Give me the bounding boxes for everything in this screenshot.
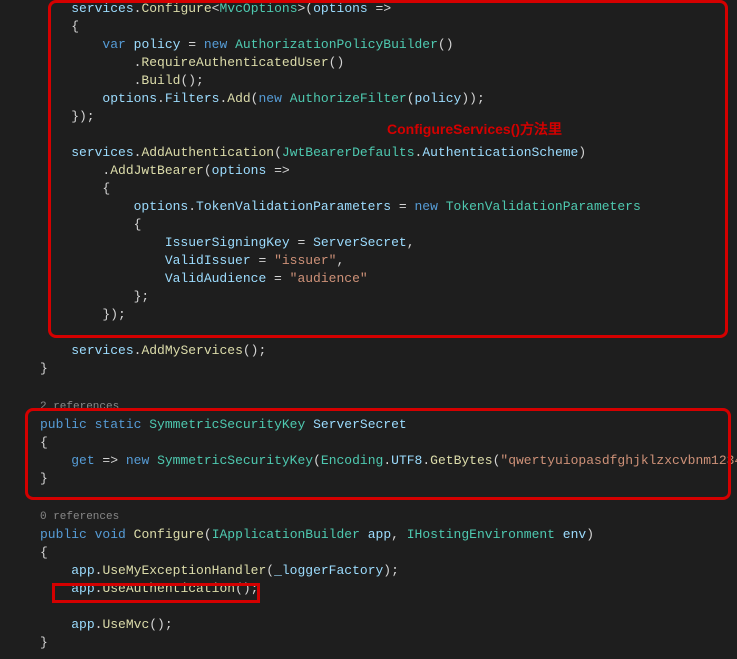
code-line[interactable]: [0, 488, 737, 506]
code-line[interactable]: .AddJwtBearer(options =>: [0, 162, 737, 180]
code-line[interactable]: ValidIssuer = "issuer",: [0, 252, 737, 270]
code-line[interactable]: {: [0, 434, 737, 452]
code-line[interactable]: public void Configure(IApplicationBuilde…: [0, 526, 737, 544]
code-line[interactable]: });: [0, 108, 737, 126]
codelens-references[interactable]: 2 references: [0, 398, 737, 416]
code-line[interactable]: services.AddAuthentication(JwtBearerDefa…: [0, 144, 737, 162]
codelens-references[interactable]: 0 references: [0, 508, 737, 526]
code-line[interactable]: {: [0, 544, 737, 562]
code-line[interactable]: }: [0, 360, 737, 378]
code-line[interactable]: {: [0, 216, 737, 234]
code-line[interactable]: get => new SymmetricSecurityKey(Encoding…: [0, 452, 737, 470]
annotation-label: ConfigureServices()方法里: [387, 120, 562, 138]
code-line[interactable]: [0, 126, 737, 144]
code-line[interactable]: {: [0, 18, 737, 36]
code-line[interactable]: .RequireAuthenticatedUser(): [0, 54, 737, 72]
code-line[interactable]: options.TokenValidationParameters = new …: [0, 198, 737, 216]
code-line[interactable]: options.Filters.Add(new AuthorizeFilter(…: [0, 90, 737, 108]
code-line[interactable]: var policy = new AuthorizationPolicyBuil…: [0, 36, 737, 54]
code-line[interactable]: app.UseMyExceptionHandler(_loggerFactory…: [0, 562, 737, 580]
code-line[interactable]: [0, 598, 737, 616]
code-line[interactable]: app.UseAuthentication();: [0, 580, 737, 598]
code-line[interactable]: IssuerSigningKey = ServerSecret,: [0, 234, 737, 252]
code-line[interactable]: [0, 378, 737, 396]
code-line[interactable]: }: [0, 634, 737, 652]
code-line[interactable]: services.AddMyServices();: [0, 342, 737, 360]
code-line[interactable]: ValidAudience = "audience": [0, 270, 737, 288]
code-line[interactable]: services.Configure<MvcOptions>(options =…: [0, 0, 737, 18]
code-line[interactable]: };: [0, 288, 737, 306]
code-line[interactable]: }: [0, 470, 737, 488]
code-editor[interactable]: ConfigureServices()方法里 services.Configur…: [0, 0, 737, 652]
code-line[interactable]: app.UseMvc();: [0, 616, 737, 634]
code-line[interactable]: [0, 324, 737, 342]
code-line[interactable]: public static SymmetricSecurityKey Serve…: [0, 416, 737, 434]
code-line[interactable]: });: [0, 306, 737, 324]
code-line[interactable]: .Build();: [0, 72, 737, 90]
code-line[interactable]: {: [0, 180, 737, 198]
